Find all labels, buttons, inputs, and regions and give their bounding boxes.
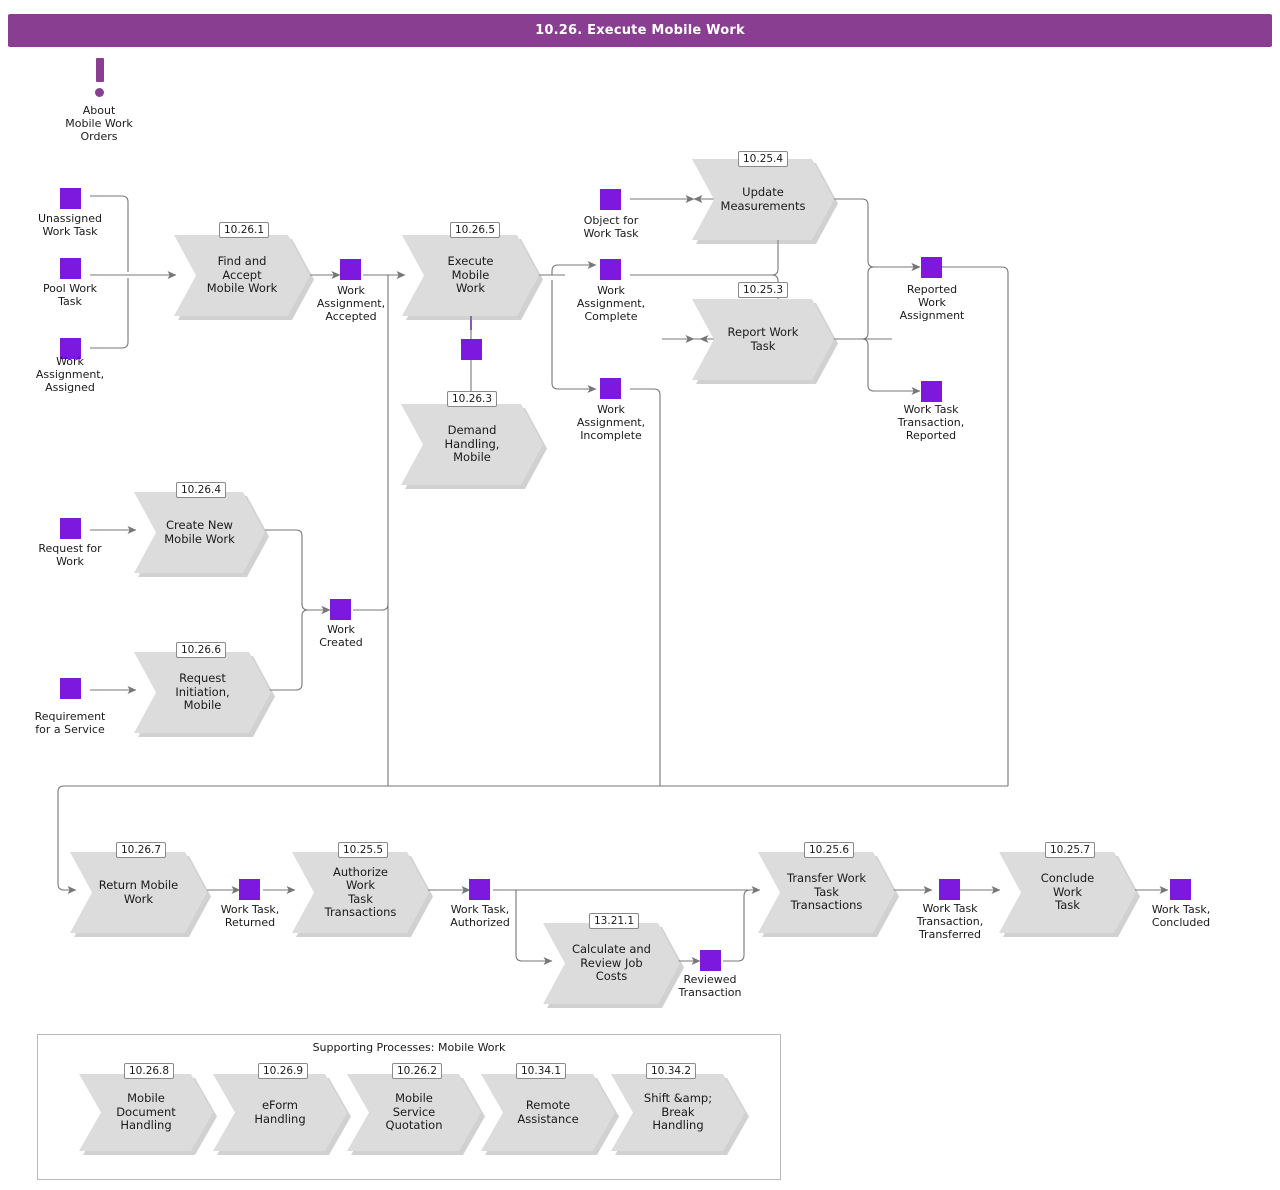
process-label: Authorize Work Task Transactions xyxy=(324,864,397,919)
entity-work-assignment-incomplete[interactable] xyxy=(600,378,625,403)
exclamation-icon xyxy=(96,58,104,82)
entity-object-for-work-task[interactable] xyxy=(600,189,625,214)
support-process-code-eform-handling: 10.26.9 xyxy=(258,1063,309,1079)
entity-request-for-work-label: Request for Work xyxy=(38,542,102,568)
exclamation-dot-icon xyxy=(95,88,104,97)
process-code-execute-mobile-work: 10.26.5 xyxy=(450,222,501,238)
page-title: 10.26. Execute Mobile Work xyxy=(535,23,745,38)
support-process-remote-assistance[interactable]: Remote Assistance xyxy=(481,1074,615,1151)
process-update-measurements[interactable]: Update Measurements xyxy=(692,159,834,240)
process-label: Update Measurements xyxy=(720,185,806,213)
entity-reported-work-assignment[interactable] xyxy=(921,257,946,282)
support-process-code-mobile-document-handling: 10.26.8 xyxy=(124,1063,175,1079)
entity-work-created[interactable] xyxy=(330,599,355,624)
process-create-new-mobile-work[interactable]: Create New Mobile Work xyxy=(134,492,265,573)
entity-work-task-transaction-reported[interactable] xyxy=(921,381,946,406)
entity-work-task-returned[interactable] xyxy=(239,879,264,904)
process-label: Demand Handling, Mobile xyxy=(444,423,500,465)
entity-requirement-for-a-service[interactable] xyxy=(60,678,85,703)
entity-request-for-work[interactable] xyxy=(60,518,85,543)
entity-work-assignment-complete-label: Work Assignment, Complete xyxy=(576,284,646,323)
process-code-transfer-work-task-transactions: 10.25.6 xyxy=(804,842,855,858)
process-label: Remote Assistance xyxy=(517,1098,579,1126)
entity-work-assignment-accepted[interactable] xyxy=(340,259,365,284)
process-label: Create New Mobile Work xyxy=(164,518,235,546)
support-process-shift-break-handling[interactable]: Shift &amp; Break Handling xyxy=(611,1074,745,1151)
support-process-mobile-document-handling[interactable]: Mobile Document Handling xyxy=(79,1074,213,1151)
title-bar: 10.26. Execute Mobile Work xyxy=(8,14,1272,47)
connector-layer xyxy=(57,194,1169,965)
entity-demand-handling-connector[interactable] xyxy=(461,339,486,364)
entity-work-task-transaction-transferred[interactable] xyxy=(939,879,964,904)
entity-object-for-work-task-label: Object for Work Task xyxy=(583,214,639,240)
process-code-calculate-and-review-job-costs: 13.21.1 xyxy=(589,913,640,929)
process-label: Request Initiation, Mobile xyxy=(175,671,230,713)
entity-work-task-concluded[interactable] xyxy=(1170,879,1195,904)
process-code-demand-handling-mobile: 10.26.3 xyxy=(447,391,498,407)
diagram-canvas: 10.26. Execute Mobile Work About Mobile … xyxy=(0,0,1280,1190)
process-demand-handling-mobile[interactable]: Demand Handling, Mobile xyxy=(401,404,543,485)
entity-unassigned-work-task[interactable] xyxy=(60,188,85,213)
process-return-mobile-work[interactable]: Return Mobile Work xyxy=(70,852,207,933)
process-label: Mobile Document Handling xyxy=(116,1091,176,1133)
entity-work-task-authorized[interactable] xyxy=(469,879,494,904)
support-process-code-shift-break-handling: 10.34.2 xyxy=(646,1063,697,1079)
process-code-find-and-accept-mobile-work: 10.26.1 xyxy=(219,222,270,238)
process-code-request-initiation-mobile: 10.26.6 xyxy=(176,642,227,658)
process-label: Return Mobile Work xyxy=(98,878,179,906)
support-process-mobile-service-quotation[interactable]: Mobile Service Quotation xyxy=(347,1074,481,1151)
process-code-return-mobile-work: 10.26.7 xyxy=(116,842,167,858)
entity-unassigned-work-task-label: Unassigned Work Task xyxy=(38,212,102,238)
entity-reported-work-assignment-label: Reported Work Assignment xyxy=(899,283,965,322)
process-label: Calculate and Review Job Costs xyxy=(571,942,651,984)
entity-pool-work-task[interactable] xyxy=(60,258,85,283)
process-find-and-accept-mobile-work[interactable]: Find and Accept Mobile Work xyxy=(174,235,310,316)
process-code-conclude-work-task: 10.25.7 xyxy=(1045,842,1096,858)
process-code-report-work-task: 10.25.3 xyxy=(738,282,789,298)
process-label: Mobile Service Quotation xyxy=(385,1091,443,1133)
process-authorize-work-task-transactions[interactable]: Authorize Work Task Transactions xyxy=(292,852,429,933)
process-code-create-new-mobile-work: 10.26.4 xyxy=(176,482,227,498)
process-request-initiation-mobile[interactable]: Request Initiation, Mobile xyxy=(134,652,271,733)
support-process-eform-handling[interactable]: eForm Handling xyxy=(213,1074,347,1151)
process-label: Report Work Task xyxy=(727,325,799,353)
process-code-update-measurements: 10.25.4 xyxy=(738,151,789,167)
entity-work-task-transaction-transferred-label: Work Task Transaction, Transferred xyxy=(916,902,984,941)
process-code-authorize-work-task-transactions: 10.25.5 xyxy=(338,842,389,858)
process-label: Find and Accept Mobile Work xyxy=(206,254,278,296)
entity-work-assignment-assigned-label: Work Assignment, Assigned xyxy=(35,355,105,394)
process-label: Conclude Work Task xyxy=(1040,871,1095,913)
support-process-code-remote-assistance: 10.34.1 xyxy=(516,1063,567,1079)
entity-work-task-concluded-label: Work Task, Concluded xyxy=(1151,903,1211,929)
process-conclude-work-task[interactable]: Conclude Work Task xyxy=(999,852,1136,933)
process-report-work-task[interactable]: Report Work Task xyxy=(692,299,834,380)
process-label: Execute Mobile Work xyxy=(447,254,494,296)
process-label: eForm Handling xyxy=(254,1098,306,1126)
process-calculate-and-review-job-costs[interactable]: Calculate and Review Job Costs xyxy=(543,923,680,1004)
entity-work-assignment-incomplete-label: Work Assignment, Incomplete xyxy=(576,403,646,442)
about-note-label: About Mobile Work Orders xyxy=(65,104,133,143)
entity-work-task-authorized-label: Work Task, Authorized xyxy=(450,903,510,929)
process-label: Transfer Work Task Transactions xyxy=(786,871,867,913)
supporting-processes-title: Supporting Processes: Mobile Work xyxy=(312,1041,506,1054)
entity-work-assignment-complete[interactable] xyxy=(600,259,625,284)
process-label: Shift &amp; Break Handling xyxy=(643,1091,713,1133)
process-execute-mobile-work[interactable]: Execute Mobile Work xyxy=(402,235,539,316)
entity-pool-work-task-label: Pool Work Task xyxy=(42,282,98,308)
entity-work-created-label: Work Created xyxy=(319,623,363,649)
entity-reviewed-transaction[interactable] xyxy=(700,950,725,975)
process-transfer-work-task-transactions[interactable]: Transfer Work Task Transactions xyxy=(758,852,895,933)
entity-requirement-for-a-service-label: Requirement for a Service xyxy=(34,710,106,736)
support-process-code-mobile-service-quotation: 10.26.2 xyxy=(392,1063,443,1079)
entity-work-task-transaction-reported-label: Work Task Transaction, Reported xyxy=(897,403,965,442)
